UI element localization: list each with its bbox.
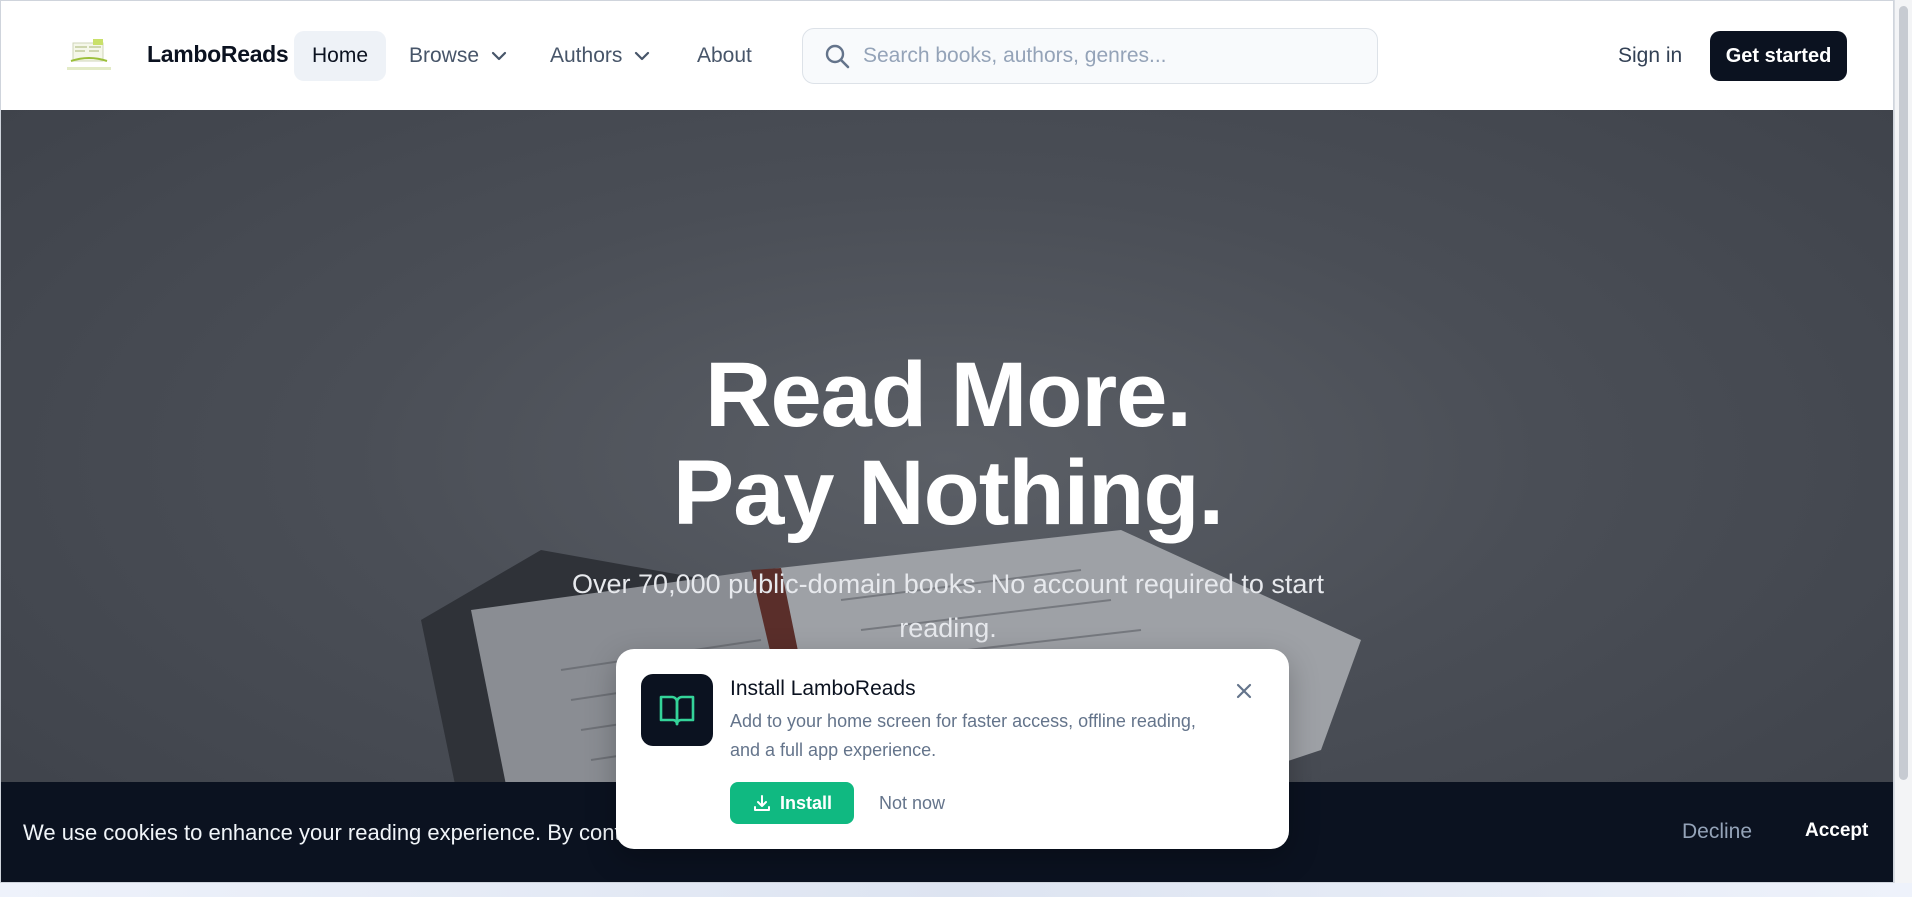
cookie-accept-button[interactable]: Accept <box>1805 820 1868 842</box>
chevron-down-icon <box>491 51 507 61</box>
nav-authors-label: Authors <box>550 44 623 67</box>
nav-browse-label: Browse <box>409 44 480 67</box>
hero-title-line2: Pay Nothing. <box>672 442 1224 544</box>
install-app-popup: Install LamboReads Add to your home scre… <box>616 649 1289 849</box>
nav-browse[interactable]: Browse <box>391 31 527 81</box>
app-icon <box>641 674 713 746</box>
cookie-decline-button[interactable]: Decline <box>1682 820 1752 844</box>
popup-description: Add to your home screen for faster acces… <box>730 711 1196 760</box>
search-icon <box>825 44 850 69</box>
sign-in-link[interactable]: Sign in <box>1618 44 1682 68</box>
download-icon <box>753 795 770 811</box>
site-header: LamboReads Home Browse Authors About Sig… <box>1 1 1893 110</box>
not-now-button[interactable]: Not now <box>879 793 945 814</box>
nav-home[interactable]: Home <box>294 31 387 81</box>
browser-viewport: LamboReads Home Browse Authors About Sig… <box>0 0 1894 883</box>
nav-about-label: About <box>697 44 752 67</box>
nav-home-label: Home <box>312 44 369 67</box>
scrollbar-thumb[interactable] <box>1899 6 1908 780</box>
popup-title: Install LamboReads <box>730 677 916 700</box>
vertical-scrollbar[interactable] <box>1894 0 1912 883</box>
open-book-icon <box>659 695 695 726</box>
close-icon[interactable] <box>1232 679 1256 703</box>
brand-name[interactable]: LamboReads <box>147 41 289 68</box>
nav-about[interactable]: About <box>679 31 770 81</box>
hero-subtitle: Over 70,000 public-domain books. No acco… <box>572 569 1324 643</box>
chevron-down-icon <box>635 51 650 61</box>
search-box[interactable] <box>802 28 1378 84</box>
bottom-strip <box>0 883 1912 897</box>
nav-authors[interactable]: Authors <box>532 31 670 81</box>
search-input[interactable] <box>863 44 1343 68</box>
lamboreads-logo[interactable] <box>63 35 115 75</box>
install-button[interactable]: Install <box>730 782 854 824</box>
get-started-button[interactable]: Get started <box>1710 31 1847 81</box>
hero-title-line1: Read More. <box>705 344 1192 446</box>
cookie-text: We use cookies to enhance your reading e… <box>23 820 680 845</box>
install-button-label: Install <box>779 792 832 813</box>
